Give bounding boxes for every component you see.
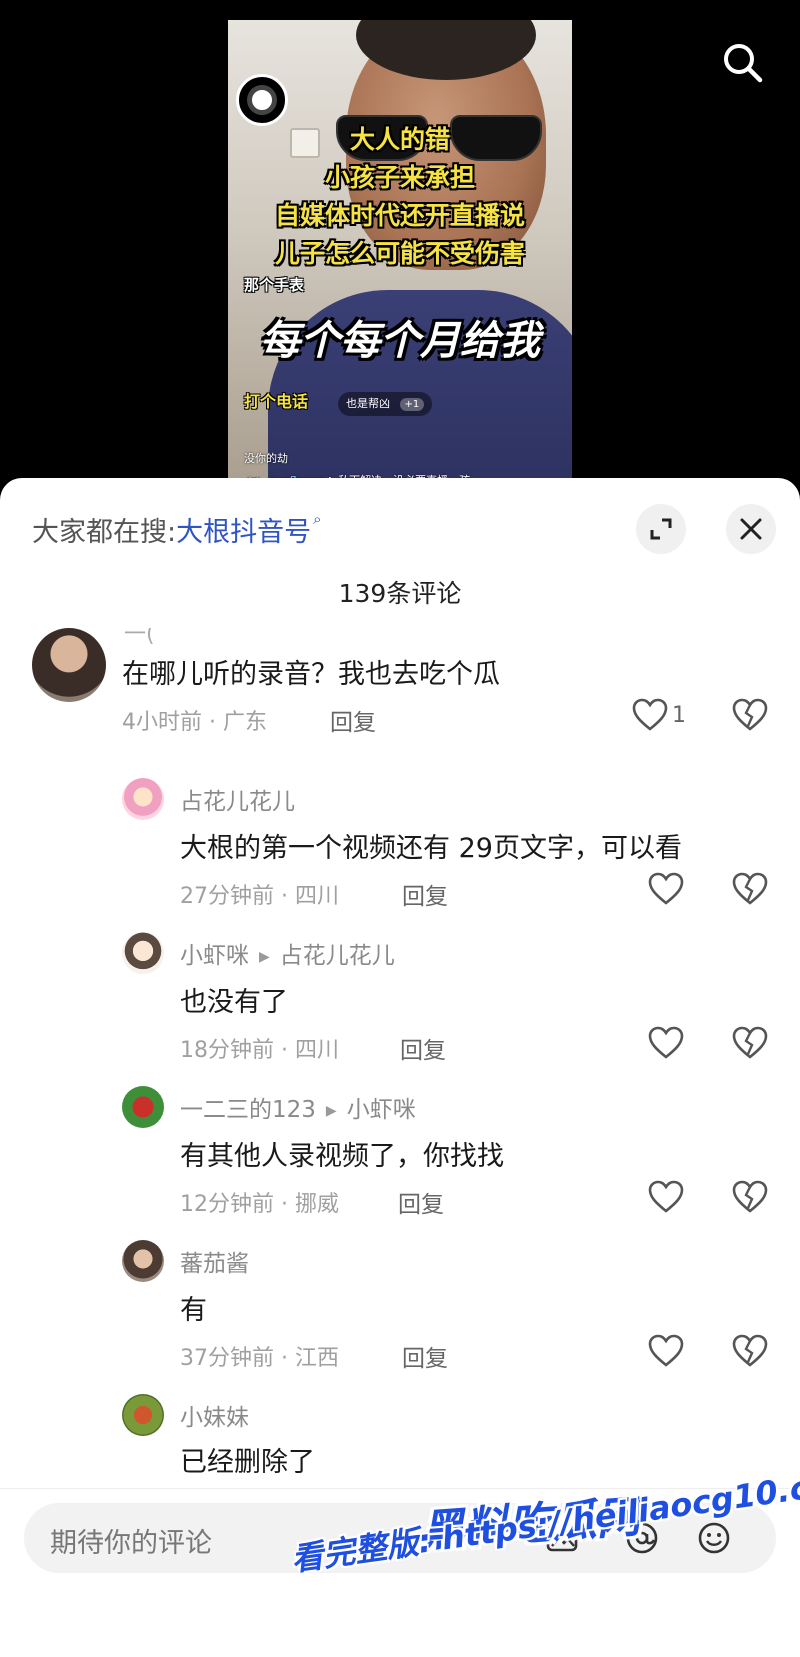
avatar[interactable]	[122, 932, 164, 974]
comment-input-placeholder: 期待你的评论	[50, 1528, 212, 1559]
comment-author-name[interactable]: 一(	[124, 628, 155, 648]
like-button[interactable]: 1	[632, 698, 686, 732]
reply-arrow-icon: ▶	[325, 1102, 337, 1119]
comment-list[interactable]: 一( 在哪儿听的录音？我也去吃个瓜 4小时前 · 广东 回复 1 占花儿花儿 大…	[0, 628, 800, 1480]
search-small-icon: ⌕	[313, 510, 322, 528]
reply-button[interactable]: 回复	[398, 1185, 444, 1219]
heart-icon	[648, 872, 684, 905]
comment-author-name[interactable]: 占花儿花儿	[180, 782, 295, 816]
hot-search-prefix: 大家都在搜:	[32, 517, 177, 548]
live-comment-line: 没你的劫	[244, 452, 288, 465]
avatar[interactable]	[122, 1394, 164, 1436]
broken-heart-icon	[732, 1180, 768, 1213]
heart-icon	[648, 1334, 684, 1367]
hot-search-keyword[interactable]: 大根抖音号	[176, 517, 311, 548]
expand-icon	[650, 518, 672, 540]
dislike-button[interactable]	[732, 1180, 768, 1218]
avatar[interactable]	[122, 1086, 164, 1128]
comment-text: 也没有了	[180, 987, 288, 1018]
heart-icon	[648, 1026, 684, 1059]
like-button[interactable]	[648, 1334, 684, 1368]
comment-meta: 27分钟前 · 四川	[180, 884, 339, 909]
broken-heart-icon	[732, 1026, 768, 1059]
comment-meta: 37分钟前 · 江西	[180, 1346, 339, 1371]
comment-text: 在哪儿听的录音？我也去吃个瓜	[122, 659, 500, 690]
emoji-icon[interactable]	[696, 1520, 732, 1556]
close-button[interactable]	[726, 504, 776, 554]
reply-button[interactable]: 回复	[330, 703, 376, 737]
video-small-caption: 那个手表	[244, 276, 305, 294]
video-caption-line: 大人的错	[349, 125, 450, 154]
video-call-caption: 打个电话	[244, 392, 309, 411]
comment-author-name: 一二三的123 ▶ 小虾咪	[180, 1090, 416, 1124]
comment-meta: 4小时前 · 广东	[122, 710, 267, 735]
broken-heart-icon	[732, 872, 768, 905]
video-area[interactable]: 大人的错 小孩子来承担 自媒体时代还开直播说 儿子怎么可能不受伤害 那个手表 每…	[0, 0, 800, 500]
reply-arrow-icon: ▶	[259, 948, 270, 965]
reply-target-name[interactable]: 占花儿花儿	[280, 943, 395, 969]
live-chip-plus: +1	[399, 398, 425, 411]
broken-heart-icon	[732, 698, 768, 731]
comment-count-suffix: 条评论	[386, 579, 462, 608]
like-button[interactable]	[648, 1180, 684, 1214]
heart-icon	[632, 698, 668, 731]
video-big-caption: 每个每个月给我	[260, 318, 540, 364]
comment-count: 139	[338, 579, 387, 608]
comment-author-name: 小虾咪 ▶ 占花儿花儿	[180, 936, 395, 970]
hot-search-bar[interactable]: 大家都在搜:大根抖音号 ⌕	[32, 510, 322, 549]
dislike-button[interactable]	[732, 698, 768, 736]
reply-button[interactable]: 回复	[402, 877, 448, 911]
comment-text: 已经删除了	[180, 1447, 315, 1478]
avatar[interactable]	[122, 778, 164, 820]
comment-meta: 18分钟前 · 四川	[180, 1038, 339, 1063]
dislike-button[interactable]	[732, 872, 768, 910]
like-button[interactable]	[648, 872, 684, 906]
comment-text: 大根的第一个视频还有 29页文字，可以看	[180, 833, 682, 864]
dislike-button[interactable]	[732, 1026, 768, 1064]
reply-button[interactable]: 回复	[400, 1031, 446, 1065]
heart-icon	[648, 1180, 684, 1213]
broken-heart-icon	[732, 1334, 768, 1367]
live-comment-chip: 也是帮凶 +1	[338, 392, 433, 416]
comment-text: 有其他人录视频了，你找找	[180, 1141, 504, 1172]
search-button[interactable]	[718, 38, 768, 88]
like-count: 1	[672, 702, 686, 728]
video-caption-line: 儿子怎么可能不受伤害	[274, 239, 525, 268]
video-caption-line: 小孩子来承担	[324, 163, 475, 192]
dislike-button[interactable]	[732, 1334, 768, 1372]
live-chip-text: 也是帮凶	[346, 397, 390, 410]
comment-author-name[interactable]: 蕃茄酱	[180, 1244, 249, 1278]
comment-author-name[interactable]: 小妹妹	[180, 1398, 249, 1432]
record-button[interactable]	[236, 74, 288, 126]
video-caption-line: 自媒体时代还开直播说	[274, 201, 525, 230]
comment-author[interactable]: 小虾咪	[180, 943, 249, 969]
reply-button[interactable]: 回复	[402, 1339, 448, 1373]
record-icon	[247, 85, 277, 115]
close-icon	[740, 518, 762, 540]
expand-button[interactable]	[636, 504, 686, 554]
search-icon	[724, 44, 763, 83]
comment-author[interactable]: 一二三的123	[180, 1097, 316, 1123]
comment-meta: 12分钟前 · 挪威	[180, 1192, 339, 1217]
reply-target-name[interactable]: 小虾咪	[347, 1097, 416, 1123]
avatar[interactable]	[122, 1240, 164, 1282]
comment-count-title: 139条评论	[0, 574, 800, 610]
like-button[interactable]	[648, 1026, 684, 1060]
avatar[interactable]	[32, 628, 106, 702]
comment-text: 有	[180, 1295, 207, 1326]
